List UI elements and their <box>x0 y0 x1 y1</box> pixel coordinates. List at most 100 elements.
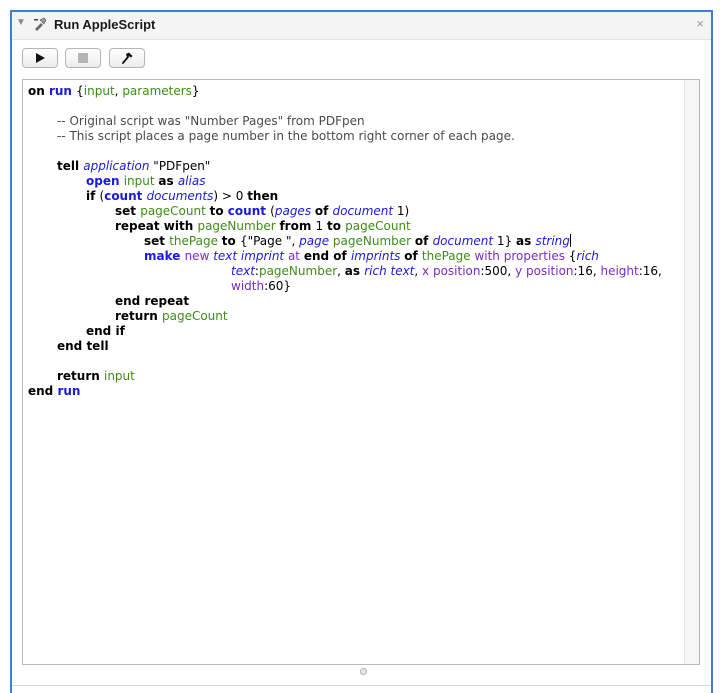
code-token: count <box>227 204 271 218</box>
code-line: set pageCount to count (pages of documen… <box>28 204 681 219</box>
code-token: documents <box>146 189 214 203</box>
code-token: set <box>115 204 141 218</box>
compile-button[interactable] <box>109 48 145 68</box>
code-token: end <box>303 249 334 263</box>
code-token: if <box>86 189 100 203</box>
action-header: ▼ Run AppleScript × <box>12 12 711 40</box>
code-token: repeat with <box>115 219 198 233</box>
code-token: parameters <box>122 84 192 98</box>
code-token: set <box>144 234 170 248</box>
code-token: ) > 0 <box>213 189 248 203</box>
code-token: to <box>221 234 240 248</box>
code-line: end repeat <box>28 294 681 309</box>
code-token: -- Original script was "Number Pages" fr… <box>57 114 365 128</box>
code-token: pageCount <box>161 309 228 323</box>
code-token: rich text <box>364 264 415 278</box>
code-token: alias <box>177 174 206 188</box>
code-line: on run {input, parameters} <box>28 84 681 99</box>
text-caret <box>569 234 571 247</box>
code-line: set thePage to {"Page ", page pageNumber… <box>28 234 681 249</box>
code-token: open <box>86 174 124 188</box>
code-token: pageNumber <box>258 264 338 278</box>
code-token: of <box>404 249 422 263</box>
code-token: pages <box>274 204 315 218</box>
code-token: height <box>600 264 639 278</box>
code-token: run <box>57 384 81 398</box>
code-token: pageNumber <box>197 219 280 233</box>
stop-icon <box>78 53 88 63</box>
code-token: as <box>344 264 365 278</box>
code-line: tell application "PDFpen" <box>28 159 681 174</box>
code-token: "PDFpen" <box>153 159 211 173</box>
code-token: thePage <box>169 234 222 248</box>
code-token: then <box>247 189 279 203</box>
code-token: as <box>158 174 178 188</box>
code-token: width <box>231 279 265 293</box>
code-token: -- This script places a page number in t… <box>57 129 515 143</box>
code-token: :60} <box>264 279 292 293</box>
code-token: { <box>76 84 84 98</box>
code-token: } <box>191 84 200 98</box>
code-token: 1) <box>396 204 410 218</box>
code-token: end if <box>86 324 125 338</box>
code-token: to <box>326 219 346 233</box>
code-token: :16, <box>638 264 662 278</box>
code-token: input <box>103 369 135 383</box>
code-token: make <box>144 249 185 263</box>
code-token: on <box>28 84 49 98</box>
code-line: return input <box>28 369 681 384</box>
resize-handle[interactable] <box>360 668 367 675</box>
code-line: text:pageNumber, as rich text, x positio… <box>28 264 681 279</box>
code-token: application <box>83 159 154 173</box>
applescript-icon <box>32 16 48 37</box>
code-token: thePage <box>421 249 475 263</box>
code-token: 1} <box>496 234 517 248</box>
code-token: , <box>414 264 423 278</box>
code-token: text <box>231 264 255 278</box>
code-line: if (count documents) > 0 then <box>28 189 681 204</box>
code-token: as <box>516 234 536 248</box>
code-token: pageCount <box>140 204 210 218</box>
close-icon[interactable]: × <box>696 16 704 31</box>
code-token: end <box>28 384 58 398</box>
code-line: -- This script places a page number in t… <box>28 129 681 144</box>
code-line: width:60} <box>28 279 681 294</box>
code-token: run <box>48 84 77 98</box>
code-token: new <box>184 249 214 263</box>
code-token: with properties <box>474 249 569 263</box>
code-token: rich <box>576 249 599 263</box>
code-token: tell <box>57 159 84 173</box>
script-code[interactable]: on run {input, parameters} -- Original sc… <box>28 84 681 399</box>
code-token: {"Page ", <box>239 234 300 248</box>
code-token: return <box>115 309 162 323</box>
code-line: end run <box>28 384 681 399</box>
code-line: end if <box>28 324 681 339</box>
code-token: at <box>287 249 304 263</box>
code-token: document <box>432 234 497 248</box>
code-token: input <box>83 84 115 98</box>
script-editor[interactable]: on run {input, parameters} -- Original sc… <box>22 79 700 665</box>
code-token: of <box>333 249 351 263</box>
code-token: end repeat <box>115 294 190 308</box>
code-token: page <box>299 234 333 248</box>
hammer-icon <box>122 52 133 64</box>
code-line: end tell <box>28 339 681 354</box>
code-line: repeat with pageNumber from 1 to pageCou… <box>28 219 681 234</box>
code-token: end tell <box>57 339 109 353</box>
code-token: to <box>209 204 228 218</box>
code-token: 1 <box>315 219 327 233</box>
code-token: from <box>279 219 316 233</box>
action-title: Run AppleScript <box>54 17 156 32</box>
editor-scrollbar[interactable] <box>684 80 699 664</box>
code-token: :500, <box>480 264 516 278</box>
code-line: -- Original script was "Number Pages" fr… <box>28 114 681 129</box>
code-token: input <box>123 174 159 188</box>
stop-button[interactable] <box>65 48 101 68</box>
play-icon <box>36 53 45 63</box>
code-token: of <box>314 204 333 218</box>
run-button[interactable] <box>22 48 58 68</box>
action-panel: ▼ Run AppleScript × on run {input, param… <box>10 10 713 693</box>
disclosure-triangle-icon[interactable]: ▼ <box>16 17 26 28</box>
